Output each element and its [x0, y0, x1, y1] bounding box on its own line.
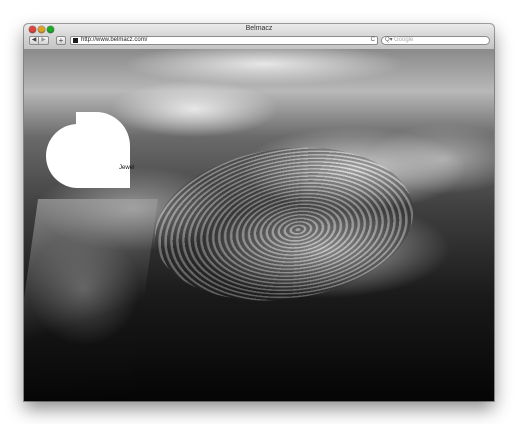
back-button[interactable]: ◀ [29, 36, 39, 45]
page-content: Jewel [24, 49, 494, 401]
url-text[interactable]: http://www.belmacz.com/ [81, 37, 147, 44]
site-logo[interactable] [46, 112, 130, 188]
logo-rect-shape [76, 112, 130, 188]
add-bookmark-button[interactable]: + [56, 36, 66, 45]
nav-link-jewel[interactable]: Jewel [119, 164, 134, 172]
reload-icon[interactable]: C [371, 37, 375, 44]
search-icon[interactable]: Q▾ [385, 37, 393, 44]
background-photo-open-pit-mine [144, 131, 424, 317]
search-input[interactable]: Google [394, 37, 413, 44]
favicon-icon [73, 38, 78, 43]
address-bar[interactable]: http://www.belmacz.com/ C [70, 36, 378, 45]
window-title: Belmacz [245, 25, 273, 32]
browser-window: Belmacz ◀ ▶ + http://www.belmacz.com/ C … [24, 24, 494, 401]
forward-button[interactable]: ▶ [39, 36, 49, 45]
browser-chrome: Belmacz ◀ ▶ + http://www.belmacz.com/ C … [24, 24, 494, 50]
search-field[interactable]: Q▾ Google [381, 36, 490, 45]
background-photo-hills [24, 199, 159, 399]
